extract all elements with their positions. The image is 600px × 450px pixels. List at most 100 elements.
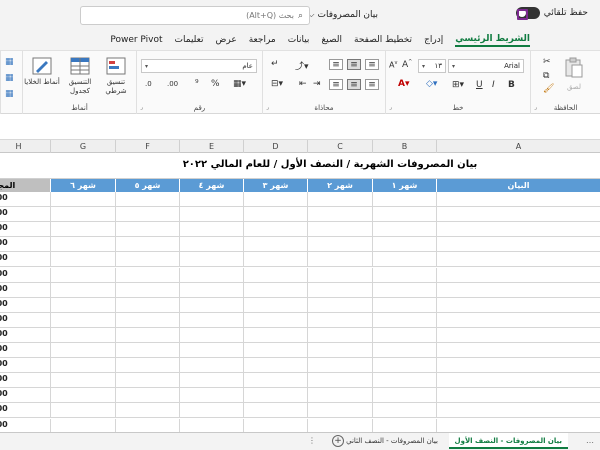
data-cell[interactable] xyxy=(179,282,243,298)
sheet-tab-second-half[interactable]: بيان المصروفات - النصف الثاني xyxy=(340,433,444,449)
data-cell[interactable] xyxy=(307,373,372,389)
format-painter-icon[interactable]: 🖌 xyxy=(543,84,554,94)
data-cell[interactable] xyxy=(372,207,436,223)
data-cell[interactable] xyxy=(179,237,243,253)
data-cell[interactable] xyxy=(436,192,600,208)
data-cell[interactable] xyxy=(243,373,307,389)
data-cell[interactable] xyxy=(307,327,372,343)
formula-bar[interactable] xyxy=(0,114,600,140)
data-cell[interactable] xyxy=(307,312,372,328)
align-top-icon[interactable]: ≡ xyxy=(365,59,379,70)
align-bottom-icon[interactable]: ≡ xyxy=(329,59,343,70)
data-cell[interactable] xyxy=(372,237,436,253)
data-cell[interactable] xyxy=(179,358,243,374)
row-total-cell[interactable]: 0.00 xyxy=(0,222,50,238)
font-color-icon[interactable]: A▾ xyxy=(398,79,409,89)
data-cell[interactable] xyxy=(115,373,179,389)
data-cell[interactable] xyxy=(115,403,179,419)
data-cell[interactable] xyxy=(50,327,115,343)
dialog-launcher-icon[interactable]: ⌟ xyxy=(140,104,143,111)
row-total-cell[interactable]: 0.00 xyxy=(0,237,50,253)
data-cell[interactable] xyxy=(115,237,179,253)
text-direction-icon[interactable]: ⤴▾ xyxy=(295,59,309,72)
align-center-icon[interactable]: ≡ xyxy=(347,79,361,90)
data-cell[interactable] xyxy=(50,222,115,238)
bold-button[interactable]: B xyxy=(508,80,515,90)
row-total-cell[interactable]: 0.00 xyxy=(0,328,50,343)
dialog-launcher-icon[interactable]: ⌟ xyxy=(534,104,537,111)
row-total-cell[interactable]: 0.00 xyxy=(0,313,50,328)
data-cell[interactable] xyxy=(115,388,179,404)
data-cell[interactable] xyxy=(436,297,600,313)
data-cell[interactable] xyxy=(243,327,307,343)
data-cell[interactable] xyxy=(372,373,436,389)
data-cell[interactable] xyxy=(372,267,436,283)
shrink-font-icon[interactable]: Av xyxy=(389,60,397,70)
column-header[interactable]: F xyxy=(115,140,179,153)
data-cell[interactable] xyxy=(436,327,600,343)
data-cell[interactable] xyxy=(243,358,307,374)
data-cell[interactable] xyxy=(115,312,179,328)
header-cell[interactable]: المجمو xyxy=(0,179,50,192)
data-cell[interactable] xyxy=(50,358,115,374)
format-as-table-button[interactable] xyxy=(65,55,95,77)
data-cell[interactable] xyxy=(307,403,372,419)
align-middle-icon[interactable]: ≡ xyxy=(347,59,361,70)
data-cell[interactable] xyxy=(179,418,243,432)
data-cell[interactable] xyxy=(372,297,436,313)
data-cell[interactable] xyxy=(50,343,115,359)
data-cell[interactable] xyxy=(436,418,600,432)
font-name-combo[interactable]: Arial ▾ xyxy=(448,59,524,73)
column-header[interactable]: G xyxy=(50,140,115,153)
data-cell[interactable] xyxy=(179,388,243,404)
data-cell[interactable] xyxy=(115,327,179,343)
title-row[interactable]: بيان المصروفات الشهرية / النصف الأول / ل… xyxy=(0,153,600,179)
row-total-cell[interactable]: 0.00 xyxy=(0,403,50,419)
data-cell[interactable] xyxy=(243,297,307,313)
data-cell[interactable] xyxy=(372,312,436,328)
delete-cells-icon[interactable]: ▦ xyxy=(5,73,14,83)
header-cell[interactable]: شهر ٦ xyxy=(50,179,115,192)
insert-cells-icon[interactable]: ▦ xyxy=(5,57,14,67)
row-total-cell[interactable]: 0.00 xyxy=(0,283,50,298)
comma-style-icon[interactable]: ⁹ xyxy=(195,79,199,89)
data-cell[interactable] xyxy=(372,282,436,298)
data-cell[interactable] xyxy=(50,418,115,432)
data-cell[interactable] xyxy=(115,222,179,238)
data-cell[interactable] xyxy=(115,267,179,283)
data-cell[interactable] xyxy=(243,267,307,283)
data-cell[interactable] xyxy=(372,358,436,374)
data-cell[interactable] xyxy=(179,222,243,238)
data-cell[interactable] xyxy=(243,403,307,419)
number-format-combo[interactable]: عام ▾ xyxy=(141,59,257,73)
more-sheets-icon[interactable]: … xyxy=(586,436,594,445)
header-cell[interactable]: شهر ١ xyxy=(372,179,436,192)
data-cell[interactable] xyxy=(243,252,307,268)
font-size-combo[interactable]: ١٣ ▾ xyxy=(418,59,446,73)
data-cell[interactable] xyxy=(243,388,307,404)
data-cell[interactable] xyxy=(179,343,243,359)
column-header[interactable]: H xyxy=(0,140,50,153)
header-cell[interactable]: شهر ٤ xyxy=(179,179,243,192)
data-cell[interactable] xyxy=(307,267,372,283)
sheet-tab-first-half[interactable]: بيان المصروفات - النصف الأول xyxy=(448,433,568,449)
row-total-cell[interactable]: 0.00 xyxy=(0,268,50,283)
data-cell[interactable] xyxy=(307,252,372,268)
data-cell[interactable] xyxy=(307,343,372,359)
italic-button[interactable]: I xyxy=(492,80,495,90)
header-cell[interactable]: البيان xyxy=(436,179,600,192)
data-cell[interactable] xyxy=(179,207,243,223)
more-options-icon[interactable]: ⋮ xyxy=(308,436,316,445)
data-cell[interactable] xyxy=(372,222,436,238)
data-cell[interactable] xyxy=(115,192,179,208)
header-cell[interactable]: شهر ٣ xyxy=(243,179,307,192)
data-cell[interactable] xyxy=(436,237,600,253)
format-cells-icon[interactable]: ▦ xyxy=(5,89,14,99)
data-cell[interactable] xyxy=(436,267,600,283)
data-cell[interactable] xyxy=(50,388,115,404)
fill-color-icon[interactable]: ◇▾ xyxy=(426,79,437,89)
data-cell[interactable] xyxy=(436,403,600,419)
row-total-cell[interactable]: 0.00 xyxy=(0,192,50,208)
data-cell[interactable] xyxy=(372,403,436,419)
borders-icon[interactable]: ⊞▾ xyxy=(452,80,464,90)
